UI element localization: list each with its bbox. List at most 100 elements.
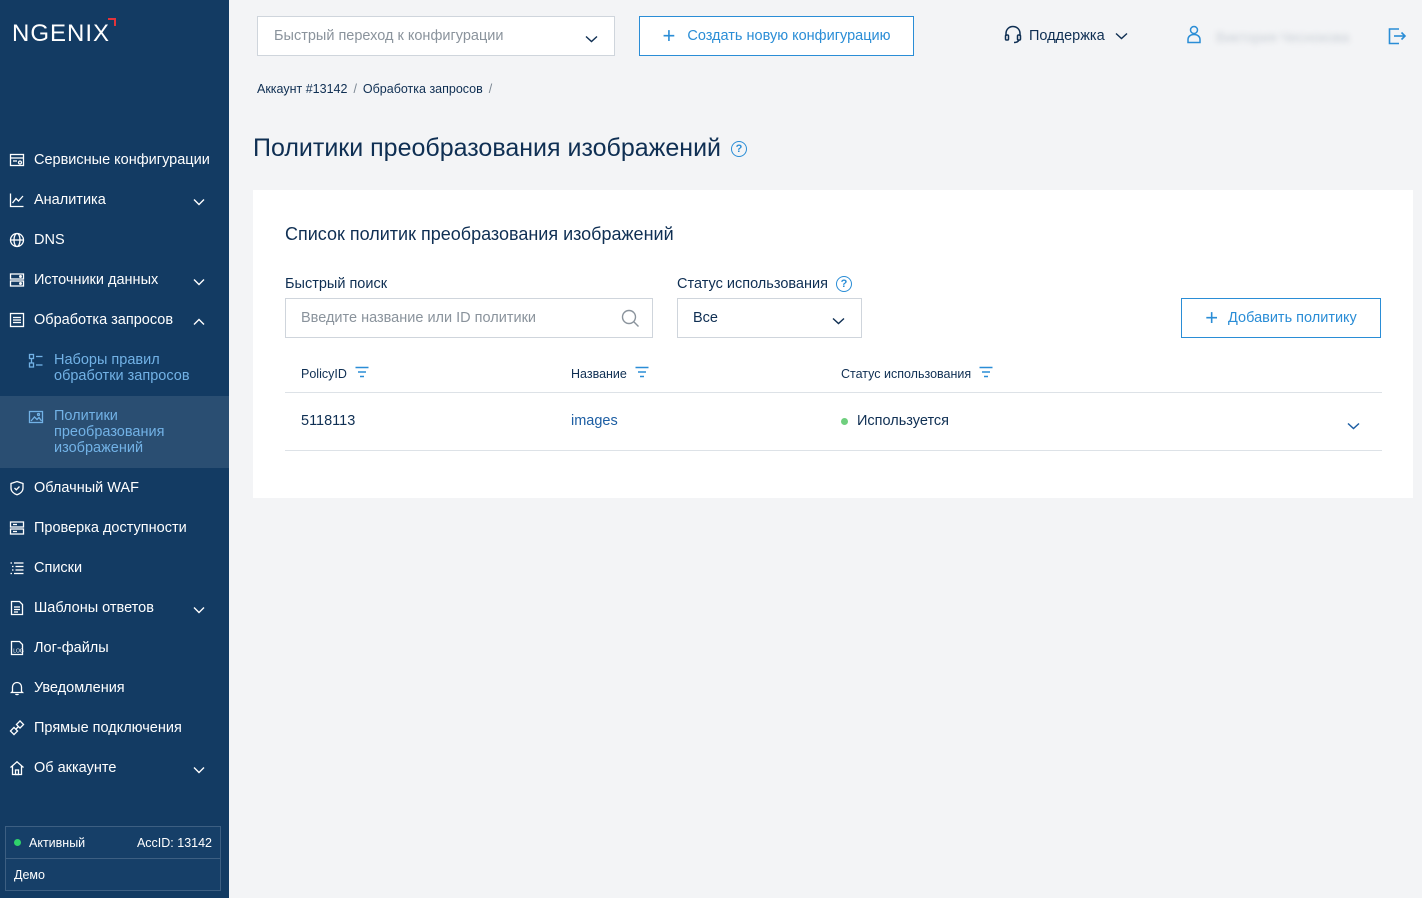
sidebar-item-cloud-waf[interactable]: Облачный WAF xyxy=(0,468,229,508)
sidebar-item-label: Аналитика xyxy=(34,192,106,208)
account-status-row: Активный AccID: 13142 xyxy=(6,827,220,859)
column-label: PolicyID xyxy=(301,366,347,381)
sidebar-item-request-processing[interactable]: Обработка запросов xyxy=(0,300,229,340)
policy-status-text: Используется xyxy=(857,413,950,429)
sidebar-item-label: Лог-файлы xyxy=(34,640,109,656)
chevron-down-icon xyxy=(193,761,205,779)
headset-icon xyxy=(1003,24,1023,48)
status-dot-icon xyxy=(841,417,848,425)
status-dot-icon xyxy=(14,839,21,846)
column-usage-status[interactable]: Статус использования xyxy=(841,366,993,381)
svg-text:LOG: LOG xyxy=(13,649,24,655)
user-icon xyxy=(1186,24,1202,49)
column-policy-id[interactable]: PolicyID xyxy=(301,366,369,381)
sidebar-item-label: Облачный WAF xyxy=(34,480,139,496)
filter-icon[interactable] xyxy=(635,366,649,381)
sidebar-item-label: Уведомления xyxy=(34,680,125,696)
add-policy-button[interactable]: + Добавить политику xyxy=(1181,298,1381,338)
list-icon xyxy=(8,311,26,329)
sidebar-subitem-rule-sets[interactable]: Наборы правил обработки запросов xyxy=(0,340,229,396)
sidebar-item-label: Сервисные конфигурации xyxy=(34,152,210,168)
help-icon[interactable]: ? xyxy=(731,140,748,157)
sidebar-item-service-configs[interactable]: Сервисные конфигурации xyxy=(0,140,229,180)
sidebar-item-label: Шаблоны ответов xyxy=(34,600,154,616)
account-id: AccID: 13142 xyxy=(136,835,212,850)
home-icon xyxy=(8,759,26,777)
account-state: Активный xyxy=(29,835,86,850)
sidebar-item-lists[interactable]: Списки xyxy=(0,548,229,588)
config-icon xyxy=(8,151,26,169)
chevron-up-icon xyxy=(193,313,205,331)
link-icon xyxy=(8,719,26,737)
sidebar-item-label: Обработка запросов xyxy=(34,312,174,328)
chevron-down-icon xyxy=(193,601,205,619)
search-icon[interactable] xyxy=(621,309,640,332)
sidebar-item-label: Об аккаунте xyxy=(34,760,117,776)
support-label: Поддержка xyxy=(1029,28,1105,44)
table-row[interactable]: 5118113 images Используется xyxy=(285,393,1382,451)
chevron-down-icon xyxy=(193,273,205,291)
sidebar-item-data-sources[interactable]: Источники данных xyxy=(0,260,229,300)
check-icon xyxy=(8,519,26,537)
globe-icon xyxy=(8,231,26,249)
support-menu[interactable]: Поддержка xyxy=(1003,24,1128,48)
status-filter-value: Все xyxy=(693,310,718,326)
lists-icon xyxy=(8,559,26,577)
search-placeholder: Введите название или ID политики xyxy=(301,310,537,326)
sidebar-item-about-account[interactable]: Об аккаунте xyxy=(0,748,229,788)
account-plan: Демо xyxy=(14,868,45,882)
chevron-down-icon xyxy=(832,313,845,329)
log-icon: LOG xyxy=(8,639,26,657)
create-config-label: Создать новую конфигурацию xyxy=(687,28,891,44)
search-input[interactable]: Введите название или ID политики xyxy=(285,298,653,338)
sidebar-nav: Сервисные конфигурации Аналитика DNS Ист… xyxy=(0,140,229,788)
server-icon xyxy=(8,271,26,289)
quick-config-select[interactable]: Быстрый переход к конфигурации xyxy=(257,16,615,56)
page-title-wrap: Политики преобразования изображений ? xyxy=(253,134,748,163)
sidebar-subitem-image-policies[interactable]: Политики преобразования изображений xyxy=(0,396,229,468)
ngenix-logo[interactable]: NGENIX xyxy=(12,18,117,48)
filter-icon[interactable] xyxy=(355,366,369,381)
column-name[interactable]: Название xyxy=(571,366,649,381)
sidebar-subitem-label: Наборы правил обработки запросов xyxy=(54,352,190,384)
logo-mark-icon xyxy=(108,18,117,26)
image-icon xyxy=(28,409,46,427)
card-title: Список политик преобразования изображени… xyxy=(285,224,674,244)
filter-icon[interactable] xyxy=(979,366,993,381)
breadcrumb-account[interactable]: Аккаунт #13142 xyxy=(257,82,347,96)
sidebar: NGENIX Сервисные конфигурации Аналитика … xyxy=(0,0,229,898)
search-label: Быстрый поиск xyxy=(285,276,387,292)
sidebar-item-label: Проверка доступности xyxy=(34,520,187,536)
breadcrumb: Аккаунт #13142 / Обработка запросов / xyxy=(257,82,492,96)
sidebar-item-notifications[interactable]: Уведомления xyxy=(0,668,229,708)
policies-card: Список политик преобразования изображени… xyxy=(253,190,1413,498)
sidebar-item-log-files[interactable]: LOG Лог-файлы xyxy=(0,628,229,668)
sidebar-item-analytics[interactable]: Аналитика xyxy=(0,180,229,220)
add-policy-label: Добавить политику xyxy=(1228,310,1357,326)
expand-row-chevron-icon[interactable] xyxy=(1347,417,1360,435)
breadcrumb-separator: / xyxy=(353,82,357,96)
logo-text: NGENIX xyxy=(12,20,111,47)
help-icon[interactable]: ? xyxy=(835,276,852,292)
policies-table: PolicyID Название Статус использования 5… xyxy=(285,354,1382,451)
breadcrumb-request-processing[interactable]: Обработка запросов xyxy=(363,82,483,96)
sidebar-item-direct-connections[interactable]: Прямые подключения xyxy=(0,708,229,748)
logout-button[interactable] xyxy=(1387,26,1407,51)
create-config-button[interactable]: + Создать новую конфигурацию xyxy=(639,16,914,56)
user-menu[interactable]: Виктория Чеснокова xyxy=(1186,24,1349,49)
chart-icon xyxy=(8,191,26,209)
page-title: Политики преобразования изображений xyxy=(253,134,722,162)
sidebar-item-availability-check[interactable]: Проверка доступности xyxy=(0,508,229,548)
search-label-text: Быстрый поиск xyxy=(285,276,388,292)
policy-name-link[interactable]: images xyxy=(571,413,618,429)
status-filter-select[interactable]: Все xyxy=(677,298,862,338)
sidebar-item-label: Источники данных xyxy=(34,272,159,288)
sidebar-item-response-templates[interactable]: Шаблоны ответов xyxy=(0,588,229,628)
sidebar-item-dns[interactable]: DNS xyxy=(0,220,229,260)
policy-id-cell: 5118113 xyxy=(301,413,356,429)
template-icon xyxy=(8,599,26,617)
quick-config-placeholder: Быстрый переход к конфигурации xyxy=(274,28,504,44)
status-filter-label: Статус использования ? xyxy=(677,276,852,292)
account-plan-row: Демо xyxy=(6,859,220,891)
plus-icon: + xyxy=(1205,305,1219,330)
